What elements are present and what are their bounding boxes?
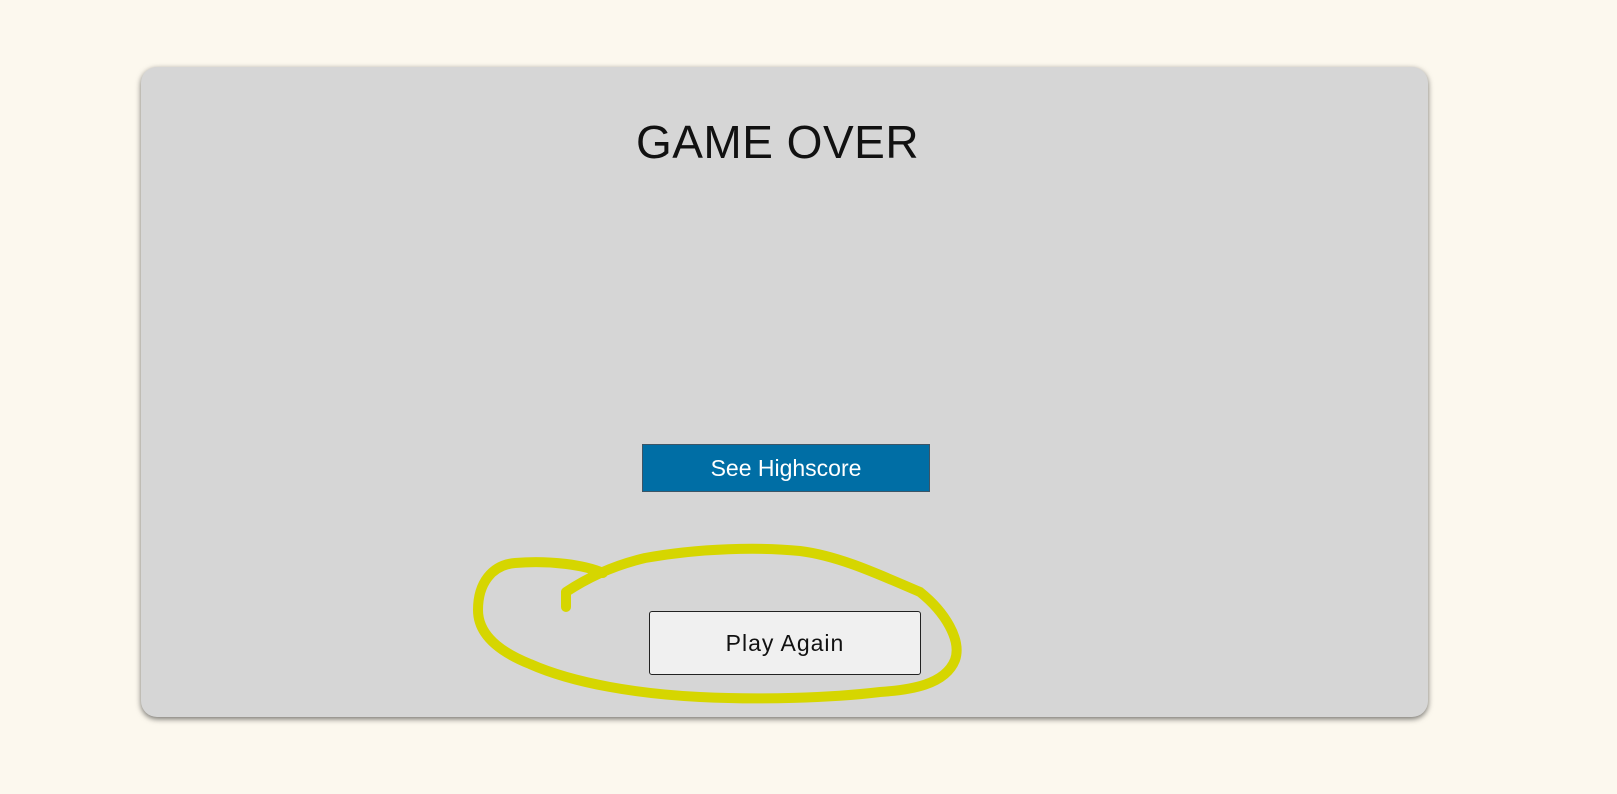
game-over-panel: GAME OVER See Highscore Play Again (141, 67, 1428, 717)
play-again-button[interactable]: Play Again (649, 611, 921, 675)
game-over-title: GAME OVER (635, 116, 920, 168)
see-highscore-button[interactable]: See Highscore (642, 444, 930, 492)
